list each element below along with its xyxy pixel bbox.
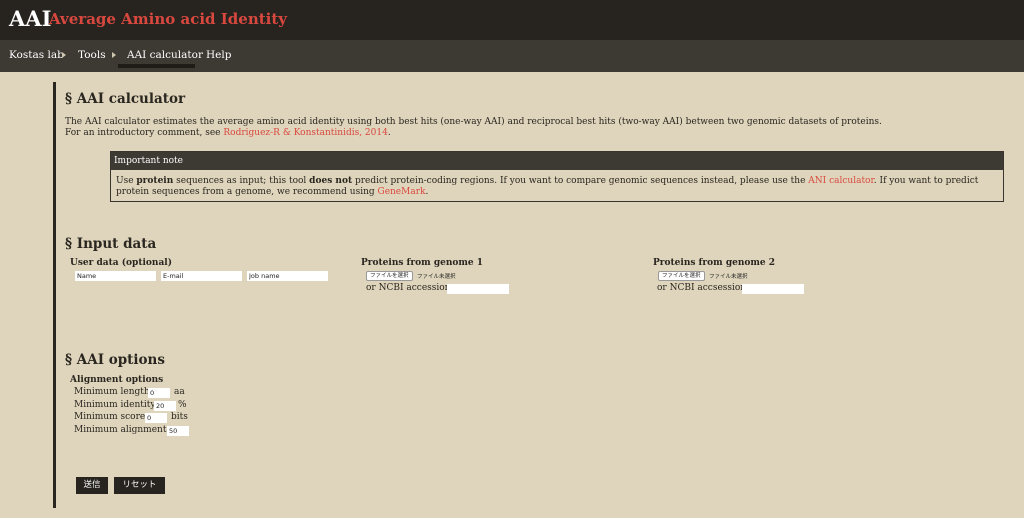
submit-button[interactable]: 送信: [76, 477, 108, 494]
min-alignments-input[interactable]: [167, 426, 189, 436]
genome1-ncbi-label: or NCBI accession:: [366, 283, 454, 293]
reference-link[interactable]: Rodriguez-R & Konstantinidis, 2014: [223, 128, 387, 138]
genome2-heading: Proteins from genome 2: [653, 258, 776, 268]
breadcrumb-separator-icon: [62, 52, 66, 58]
min-score-unit: bits: [171, 412, 188, 422]
genome2-file-button[interactable]: ファイルを選択: [658, 271, 705, 281]
min-identity-label: Minimum identity:: [74, 400, 159, 410]
important-note-body: Use protein sequences as input; this too…: [116, 176, 979, 197]
section-heading-aai-options: § AAI options: [65, 352, 165, 368]
min-score-label: Minimum score:: [74, 412, 149, 422]
ani-calculator-link[interactable]: ANI calculator: [808, 176, 874, 186]
min-length-label: Minimum length:: [74, 387, 153, 397]
genome2-ncbi-input[interactable]: [742, 284, 804, 294]
content-left-rule: [53, 82, 56, 508]
min-identity-input[interactable]: [154, 401, 176, 411]
important-note-heading: Important note: [111, 152, 1003, 170]
genome1-heading: Proteins from genome 1: [361, 258, 484, 268]
site-abbreviation: AAI: [9, 6, 52, 31]
min-alignments-label: Minimum alignments:: [74, 425, 175, 435]
important-note-box: Important note Use protein sequences as …: [110, 151, 1004, 202]
section-heading-aai-calculator: § AAI calculator: [65, 91, 186, 107]
active-nav-indicator: [118, 64, 195, 68]
nav-item-kostas-lab[interactable]: Kostas lab: [9, 49, 64, 61]
site-title: Average Amino acid Identity: [49, 10, 287, 28]
reset-button[interactable]: リセット: [114, 477, 165, 494]
nav-item-aai-calculator[interactable]: AAI calculator: [127, 49, 203, 61]
genome2-ncbi-label: or NCBI accsession:: [657, 283, 750, 293]
section-heading-input-data: § Input data: [65, 236, 157, 252]
genome1-ncbi-input[interactable]: [447, 284, 509, 294]
name-input[interactable]: [75, 271, 156, 281]
genome2-file-status: ファイル未選択: [709, 274, 748, 280]
site-header: AAI Average Amino acid Identity: [0, 0, 1024, 40]
alignment-options-heading: Alignment options: [70, 375, 164, 385]
user-data-heading: User data (optional): [70, 258, 172, 268]
genome1-file-button[interactable]: ファイルを選択: [366, 271, 413, 281]
email-input[interactable]: [161, 271, 242, 281]
nav-item-tools[interactable]: Tools: [78, 49, 106, 61]
intro-description: The AAI calculator estimates the average…: [65, 117, 882, 127]
intro-reference: For an introductory comment, see Rodrigu…: [65, 128, 391, 138]
min-score-input[interactable]: [145, 413, 167, 423]
genemark-link[interactable]: GeneMark: [378, 187, 426, 197]
breadcrumb-separator-icon: [112, 52, 116, 58]
min-identity-unit: %: [178, 400, 187, 410]
nav-item-help[interactable]: Help: [206, 49, 231, 61]
min-length-input[interactable]: [148, 388, 170, 398]
min-length-unit: aa: [174, 387, 185, 397]
genome1-file-status: ファイル未選択: [417, 274, 456, 280]
job-name-input[interactable]: [247, 271, 328, 281]
